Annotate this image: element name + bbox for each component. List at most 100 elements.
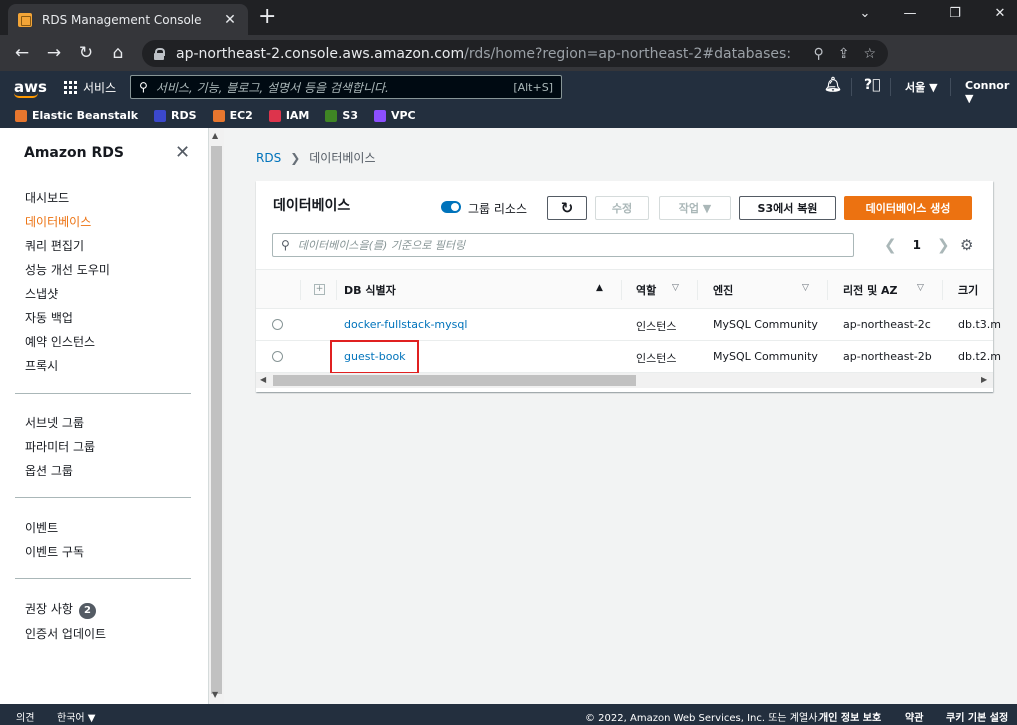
window-close-icon[interactable]: ✕: [990, 6, 1010, 21]
tab-title: RDS Management Console: [42, 12, 202, 27]
sidebar-item-proxies[interactable]: 프록시: [25, 357, 58, 374]
db-identifier-link[interactable]: guest-book: [344, 350, 406, 363]
back-icon[interactable]: ←: [6, 43, 38, 63]
tab-search-icon[interactable]: ⌄: [855, 6, 875, 21]
sidebar-item-subnet-groups[interactable]: 서브넷 그룹: [25, 414, 84, 431]
nav-divider: [890, 78, 891, 96]
previous-page-icon[interactable]: ❮: [884, 236, 897, 254]
scroll-right-icon[interactable]: ▶: [981, 375, 987, 384]
region-selector[interactable]: 서울 ▼: [905, 79, 938, 95]
next-page-icon[interactable]: ❯: [937, 236, 950, 254]
bookmark-star-icon[interactable]: ☆: [863, 46, 876, 62]
sidebar-item-event-subscriptions[interactable]: 이벤트 구독: [25, 543, 84, 560]
refresh-button[interactable]: ↻: [547, 196, 587, 220]
db-identifier-link[interactable]: docker-fullstack-mysql: [344, 318, 467, 331]
table-row[interactable]: guest-book 인스턴스 MySQL Community ap-north…: [256, 340, 1001, 374]
gear-icon[interactable]: ⚙: [960, 236, 973, 254]
maximize-icon[interactable]: ❐: [945, 6, 965, 21]
sidebar-scrollbar[interactable]: ▲ ▼: [209, 128, 224, 704]
scroll-down-icon[interactable]: ▼: [212, 690, 218, 699]
aws-logo[interactable]: aws: [14, 78, 47, 98]
new-tab-icon[interactable]: +: [258, 6, 276, 28]
toggle-label: 그룹 리소스: [468, 202, 528, 216]
page-number[interactable]: 1: [913, 238, 921, 252]
scrollbar-thumb[interactable]: [273, 375, 636, 386]
group-resources-toggle[interactable]: [441, 201, 461, 213]
favorite-iam[interactable]: IAM: [268, 109, 309, 122]
favorite-ec2[interactable]: EC2: [212, 109, 253, 122]
help-icon[interactable]: ?⃝: [864, 77, 881, 93]
table-row[interactable]: docker-fullstack-mysql 인스턴스 MySQL Commun…: [256, 309, 1001, 341]
search-shortcut: [Alt+S]: [513, 80, 553, 94]
search-placeholder: 서비스, 기능, 블로그, 설명서 등을 검색합니다.: [155, 80, 389, 95]
modify-button[interactable]: 수정: [595, 196, 649, 220]
url-text: ap-northeast-2.console.aws.amazon.com/rd…: [176, 46, 799, 62]
column-header-db-id[interactable]: DB 식별자: [344, 282, 396, 298]
browser-toolbar: ← → ↻ ⌂ ap-northeast-2.console.aws.amazo…: [0, 35, 1017, 98]
breadcrumb-rds-link[interactable]: RDS: [256, 151, 281, 165]
sort-icon[interactable]: ▽: [672, 283, 679, 293]
sort-ascending-icon[interactable]: ▲: [596, 283, 603, 293]
sidebar-item-dashboard[interactable]: 대시보드: [25, 189, 69, 206]
scroll-up-icon[interactable]: ▲: [212, 131, 218, 140]
browser-tab[interactable]: RDS Management Console ✕: [8, 4, 248, 35]
forward-icon[interactable]: →: [38, 43, 70, 63]
sidebar-item-recommendations[interactable]: 권장 사항 2: [25, 600, 96, 619]
sidebar-item-events[interactable]: 이벤트: [25, 519, 58, 536]
notifications-bell-icon[interactable]: 🔔︎: [824, 77, 842, 93]
home-icon[interactable]: ⌂: [102, 43, 134, 63]
scrollbar-thumb[interactable]: [211, 146, 222, 694]
rds-icon: [154, 109, 167, 122]
row-select-radio[interactable]: [272, 319, 283, 330]
scroll-left-icon[interactable]: ◀: [260, 375, 266, 384]
terms-link[interactable]: 약관: [905, 709, 923, 724]
column-header-engine[interactable]: 엔진: [713, 282, 733, 298]
privacy-link[interactable]: 개인 정보 보호: [819, 709, 881, 724]
expand-all-icon[interactable]: +: [314, 284, 325, 295]
iam-icon: [268, 109, 281, 122]
share-icon[interactable]: ⇪: [838, 46, 850, 62]
sidebar-title[interactable]: Amazon RDS: [24, 145, 124, 161]
row-select-radio[interactable]: [272, 351, 283, 362]
sidebar-item-automated-backups[interactable]: 자동 백업: [25, 309, 73, 326]
aws-search-input[interactable]: ⚲ 서비스, 기능, 블로그, 설명서 등을 검색합니다. [Alt+S]: [130, 75, 562, 99]
filter-input[interactable]: ⚲ 데이터베이스을(를) 기준으로 필터링: [272, 233, 854, 257]
column-header-role[interactable]: 역할: [636, 282, 656, 298]
sidebar-item-performance-insights[interactable]: 성능 개선 도우미: [25, 261, 110, 278]
browser-tab-strip: RDS Management Console ✕ + ⌄ — ❐ ✕: [0, 0, 1017, 35]
sidebar-item-snapshots[interactable]: 스냅샷: [25, 285, 58, 302]
create-database-button[interactable]: 데이터베이스 생성: [844, 196, 972, 220]
reload-icon[interactable]: ↻: [70, 43, 102, 63]
address-bar[interactable]: ap-northeast-2.console.aws.amazon.com/rd…: [142, 40, 888, 67]
sidebar-item-option-groups[interactable]: 옵션 그룹: [25, 462, 73, 479]
services-menu[interactable]: 서비스: [64, 79, 116, 96]
sidebar-item-certificate-update[interactable]: 인증서 업데이트: [25, 625, 106, 642]
lock-icon[interactable]: [154, 47, 165, 60]
sidebar-item-databases[interactable]: 데이터베이스: [25, 213, 91, 230]
restore-from-s3-button[interactable]: S3에서 복원: [739, 196, 836, 220]
close-tab-icon[interactable]: ✕: [222, 12, 238, 28]
sort-icon[interactable]: ▽: [917, 283, 924, 293]
sidebar-item-query-editor[interactable]: 쿼리 편집기: [25, 237, 84, 254]
db-role: 인스턴스: [636, 320, 677, 333]
feedback-link[interactable]: 의견: [16, 709, 34, 724]
table-horizontal-scrollbar[interactable]: ◀ ▶: [256, 373, 993, 388]
cookie-preferences-link[interactable]: 쿠키 기본 설정: [946, 709, 1008, 724]
close-sidebar-icon[interactable]: ✕: [175, 142, 190, 163]
favorite-rds[interactable]: RDS: [154, 109, 197, 122]
sort-icon[interactable]: ▽: [802, 283, 809, 293]
sidebar-item-parameter-groups[interactable]: 파라미터 그룹: [25, 438, 95, 455]
favorite-s3[interactable]: S3: [325, 109, 358, 122]
favorite-elastic-beanstalk[interactable]: Elastic Beanstalk: [15, 109, 138, 122]
minimize-icon[interactable]: —: [900, 6, 920, 21]
actions-button[interactable]: 작업 ▼: [659, 196, 731, 220]
account-menu[interactable]: Connor ▼: [965, 79, 1017, 105]
language-selector[interactable]: 한국어 ▼: [57, 709, 95, 724]
column-header-region-az[interactable]: 리전 및 AZ: [843, 282, 898, 298]
chevron-right-icon: ❯: [290, 150, 301, 165]
zoom-icon[interactable]: ⚲: [813, 46, 823, 62]
sidebar-item-reserved-instances[interactable]: 예약 인스턴스: [25, 333, 95, 350]
aws-favicon-icon: [18, 12, 32, 27]
column-header-size[interactable]: 크기: [958, 282, 978, 298]
favorite-vpc[interactable]: VPC: [373, 109, 416, 122]
